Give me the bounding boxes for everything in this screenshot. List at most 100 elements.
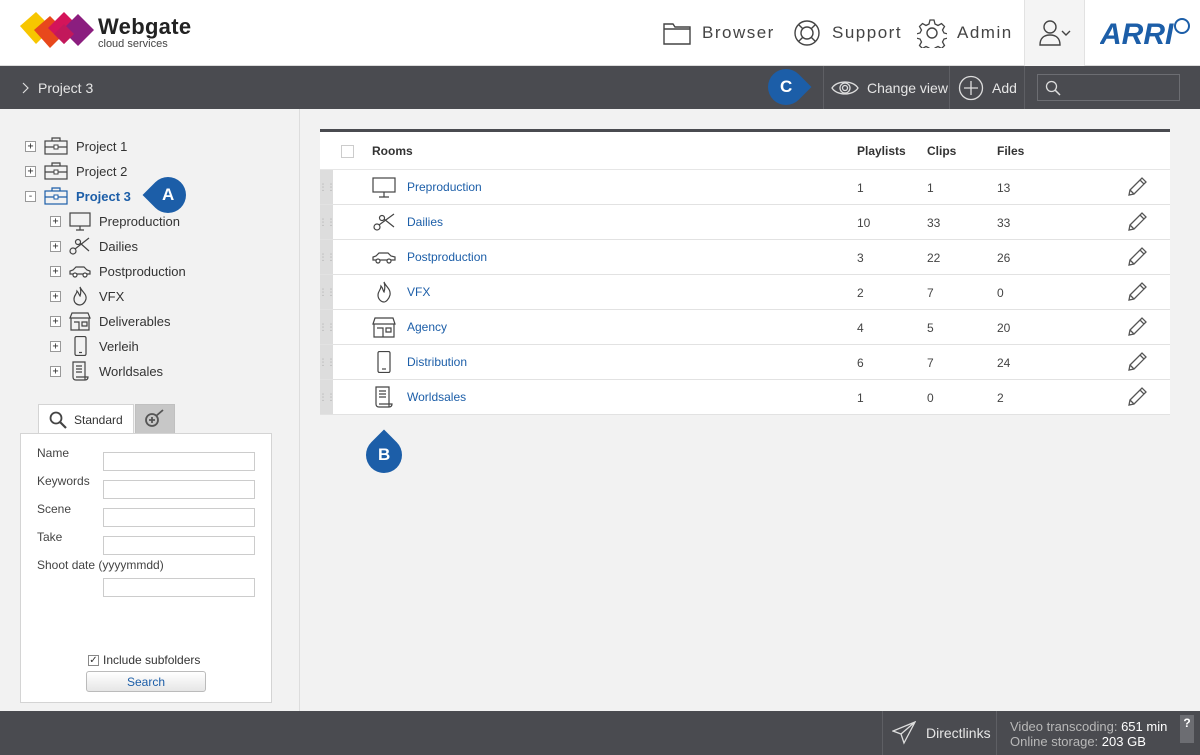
change-view-button[interactable]: Change view: [831, 66, 948, 109]
tree-room-label: Dailies: [99, 238, 139, 254]
room-link[interactable]: VFX: [407, 285, 430, 299]
expand-toggle[interactable]: +: [25, 165, 36, 177]
take-field[interactable]: [103, 536, 255, 555]
room-link[interactable]: Dailies: [407, 215, 443, 229]
drag-handle[interactable]: ⋮⋮: [319, 170, 336, 204]
edit-pencil-icon[interactable]: [1126, 351, 1148, 373]
include-subfolders-option[interactable]: ✓ Include subfolders: [88, 653, 200, 667]
drag-handle[interactable]: ⋮⋮: [319, 380, 336, 414]
playlists-value: 6: [857, 356, 864, 370]
table-header: Rooms Playlists Clips Files: [320, 132, 1170, 170]
room-link[interactable]: Worldsales: [407, 390, 466, 404]
edit-pencil-icon[interactable]: [1126, 316, 1148, 338]
expand-toggle[interactable]: +: [50, 215, 61, 227]
expand-toggle[interactable]: +: [50, 365, 61, 377]
tree-item-project-3[interactable]: - Project 3: [25, 185, 131, 207]
scene-field[interactable]: [103, 508, 255, 527]
tree-item-worldsales[interactable]: + Worldsales: [50, 360, 163, 382]
tree-item-postproduction[interactable]: + Postproduction: [50, 260, 186, 282]
expand-toggle[interactable]: +: [50, 265, 61, 277]
tree-item-project-1[interactable]: + Project 1: [25, 135, 127, 157]
search-input[interactable]: [1066, 78, 1176, 97]
arri-logo-text: ARRI: [1100, 18, 1174, 50]
folder-icon: [663, 23, 691, 45]
drag-handle[interactable]: ⋮⋮: [319, 240, 336, 274]
tree-room-label: Worldsales: [99, 363, 164, 379]
scroll-icon: [72, 361, 89, 381]
search-button[interactable]: Search: [86, 671, 206, 692]
search-box[interactable]: [1037, 74, 1180, 101]
room-link[interactable]: Postproduction: [407, 250, 487, 264]
edit-pencil-icon[interactable]: [1126, 176, 1148, 198]
change-view-label: Change view: [867, 79, 948, 96]
add-button[interactable]: Add: [958, 66, 1017, 109]
col-rooms[interactable]: Rooms: [372, 144, 413, 158]
collapse-toggle[interactable]: -: [25, 190, 36, 202]
tree-item-preproduction[interactable]: + Preproduction: [50, 210, 180, 232]
keywords-field[interactable]: [103, 480, 255, 499]
directlinks-button[interactable]: Directlinks: [892, 711, 991, 755]
include-subfolders-checkbox[interactable]: ✓: [88, 654, 99, 666]
callout-a-label: A: [161, 185, 175, 204]
flame-icon: [377, 281, 391, 303]
tab-advanced-search[interactable]: [134, 404, 175, 434]
clips-value: 1: [927, 181, 934, 195]
brand: Webgate cloud services: [98, 14, 191, 50]
col-clips[interactable]: Clips: [927, 144, 956, 158]
edit-pencil-icon[interactable]: [1126, 386, 1148, 408]
expand-toggle[interactable]: +: [25, 140, 36, 152]
advanced-search-icon: [144, 409, 164, 427]
online-storage-stat: Online storage: 203 GB: [1010, 734, 1167, 749]
nav-admin[interactable]: Admin: [917, 0, 1013, 66]
table-row[interactable]: ⋮⋮ VFX 2 7 0: [319, 275, 1170, 310]
col-playlists[interactable]: Playlists: [857, 144, 906, 158]
room-link[interactable]: Distribution: [407, 355, 467, 369]
tree-item-project-2[interactable]: + Project 2: [25, 160, 127, 182]
table-row[interactable]: ⋮⋮ Distribution 6 7 24: [319, 345, 1170, 380]
table-row[interactable]: ⋮⋮ Preproduction 1 1 13: [319, 170, 1170, 205]
edit-pencil-icon[interactable]: [1126, 246, 1148, 268]
tree-item-deliverables[interactable]: + Deliverables: [50, 310, 171, 332]
expand-toggle[interactable]: +: [50, 315, 61, 327]
breadcrumb[interactable]: Project 3: [22, 66, 93, 109]
tree-item-dailies[interactable]: + Dailies: [50, 235, 138, 257]
table-row[interactable]: ⋮⋮ Agency 4 5 20: [319, 310, 1170, 345]
eye-icon: [831, 80, 859, 95]
monitor-icon: [372, 177, 396, 198]
room-link[interactable]: Preproduction: [407, 180, 482, 194]
tab-standard-search[interactable]: Standard: [38, 404, 134, 434]
name-field[interactable]: [103, 452, 255, 471]
webgate-logo[interactable]: [20, 8, 100, 54]
scissors-icon: [373, 213, 395, 231]
drag-handle[interactable]: ⋮⋮: [319, 310, 336, 344]
table-row[interactable]: ⋮⋮ Postproduction 3 22 26: [319, 240, 1170, 275]
tree-item-vfx[interactable]: + VFX: [50, 285, 124, 307]
files-value: 33: [997, 216, 1011, 230]
select-all-checkbox[interactable]: [341, 145, 354, 158]
nav-support[interactable]: Support: [792, 0, 902, 66]
table-row[interactable]: ⋮⋮ Worldsales 1 0 2: [319, 380, 1170, 415]
edit-pencil-icon[interactable]: [1126, 281, 1148, 303]
scissors-icon: [69, 237, 90, 255]
user-menu[interactable]: [1024, 0, 1085, 66]
car-icon: [372, 252, 396, 264]
tree-item-verleih[interactable]: + Verleih: [50, 335, 139, 357]
toolbar-divider: [1024, 66, 1025, 109]
col-files[interactable]: Files: [997, 144, 1024, 158]
footer: Directlinks Video transcoding: 651 min O…: [0, 711, 1200, 755]
shoot-date-field[interactable]: [103, 578, 255, 597]
drag-handle[interactable]: ⋮⋮: [319, 205, 336, 239]
drag-handle[interactable]: ⋮⋮: [319, 275, 336, 309]
table-row[interactable]: ⋮⋮ Dailies 10 33 33: [319, 205, 1170, 240]
drag-handle[interactable]: ⋮⋮: [319, 345, 336, 379]
help-button[interactable]: ?: [1180, 715, 1194, 743]
toolbar-divider: [949, 66, 950, 109]
room-link[interactable]: Agency: [407, 320, 447, 334]
main-content: Rooms Playlists Clips Files ⋮⋮ Preproduc…: [301, 109, 1200, 711]
nav-browser[interactable]: Browser: [662, 0, 775, 66]
edit-pencil-icon[interactable]: [1126, 211, 1148, 233]
expand-toggle[interactable]: +: [50, 340, 61, 352]
expand-toggle[interactable]: +: [50, 290, 61, 302]
expand-toggle[interactable]: +: [50, 240, 61, 252]
footer-divider: [996, 711, 997, 755]
